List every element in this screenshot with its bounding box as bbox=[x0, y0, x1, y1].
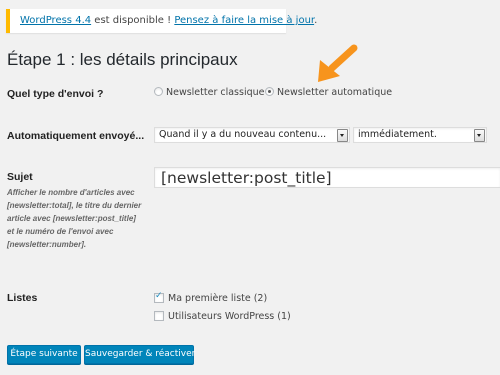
pointer-arrow-icon bbox=[318, 44, 358, 82]
radio-label-classique[interactable]: Newsletter classique bbox=[166, 87, 265, 98]
notice-message: est disponible ! bbox=[91, 15, 175, 26]
next-step-button[interactable]: Étape suivante bbox=[7, 345, 81, 364]
checkbox-utilisateurs-wordpress[interactable] bbox=[154, 311, 164, 321]
page-title: Étape 1 : les détails principaux bbox=[7, 50, 238, 69]
subject-label: Sujet bbox=[7, 171, 33, 183]
timing-select[interactable]: immédiatement. bbox=[353, 127, 487, 143]
notice-end: . bbox=[314, 15, 318, 26]
notice-text: WordPress 4.4 est disponible ! Pensez à … bbox=[20, 15, 317, 26]
update-notice: WordPress 4.4 est disponible ! Pensez à … bbox=[6, 9, 317, 33]
chevron-down-icon[interactable] bbox=[337, 129, 348, 142]
radio-newsletter-classique[interactable] bbox=[154, 87, 163, 96]
auto-send-label: Automatiquement envoyé... bbox=[7, 130, 145, 142]
subject-input[interactable]: [newsletter:post_title] bbox=[154, 167, 500, 188]
subject-help-text: Afficher le nombre d'articles avec [news… bbox=[7, 188, 142, 249]
checkbox-ma-premiere-liste[interactable] bbox=[154, 291, 164, 303]
save-reactivate-button[interactable]: Sauvegarder & réactiver bbox=[84, 345, 195, 364]
chevron-down-icon[interactable] bbox=[474, 129, 485, 142]
send-type-label: Quel type d'envoi ? bbox=[7, 88, 104, 100]
timing-select-value: immédiatement. bbox=[358, 129, 437, 140]
wordpress-version-link[interactable]: WordPress 4.4 bbox=[20, 15, 91, 26]
radio-newsletter-automatique[interactable] bbox=[265, 87, 274, 96]
trigger-select[interactable]: Quand il y a du nouveau contenu... bbox=[154, 127, 350, 143]
trigger-select-value: Quand il y a du nouveau contenu... bbox=[159, 129, 327, 140]
update-link[interactable]: Pensez à faire la mise à jour bbox=[174, 15, 314, 26]
lists-label: Listes bbox=[7, 292, 38, 304]
list-label-utilisateurs-wordpress[interactable]: Utilisateurs WordPress (1) bbox=[168, 311, 291, 322]
list-label-ma-premiere-liste[interactable]: Ma première liste (2) bbox=[168, 293, 267, 304]
radio-label-automatique[interactable]: Newsletter automatique bbox=[277, 87, 392, 98]
